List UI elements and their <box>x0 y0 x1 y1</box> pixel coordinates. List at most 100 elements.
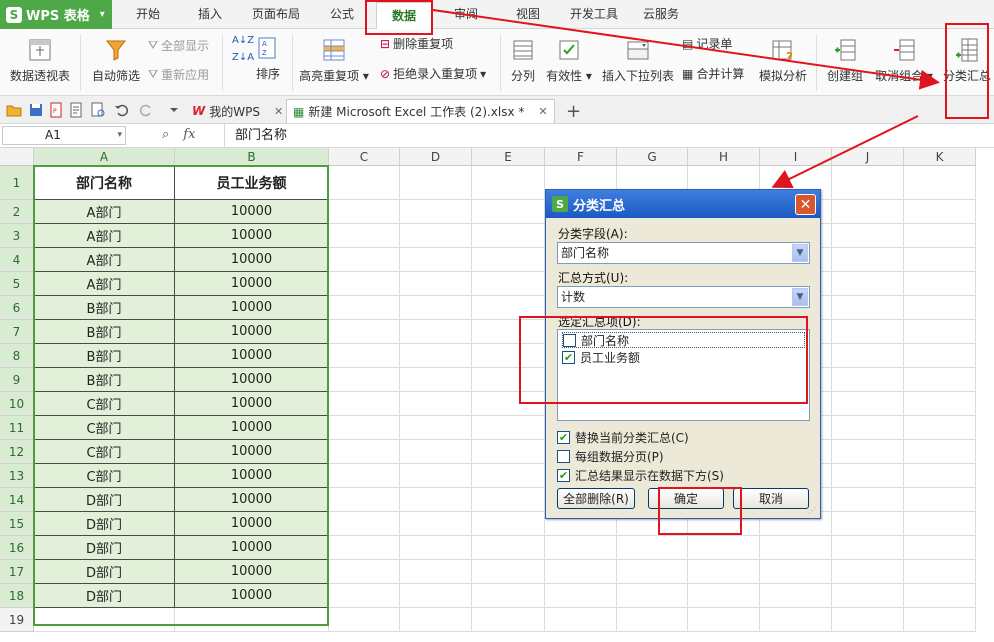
cell[interactable]: 10000 <box>175 368 329 392</box>
cell[interactable] <box>760 560 832 584</box>
cell[interactable] <box>832 560 904 584</box>
tab-my-wps[interactable]: W 我的WPS ✕ <box>186 99 289 123</box>
cell[interactable] <box>329 512 400 536</box>
cell[interactable]: B部门 <box>34 296 175 320</box>
cell[interactable] <box>329 392 400 416</box>
cell[interactable] <box>545 608 617 632</box>
cell[interactable] <box>400 320 472 344</box>
cell[interactable]: D部门 <box>34 536 175 560</box>
row-header[interactable]: 5 <box>0 272 34 296</box>
cell[interactable] <box>832 512 904 536</box>
cell[interactable] <box>400 536 472 560</box>
cell[interactable] <box>545 536 617 560</box>
list-item[interactable]: 部门名称 <box>562 332 805 348</box>
cell[interactable] <box>904 368 976 392</box>
cell[interactable]: 10000 <box>175 320 329 344</box>
cell[interactable] <box>472 368 545 392</box>
reapply-button[interactable]: ⛛ 重新应用 <box>148 66 209 83</box>
print-icon[interactable] <box>68 102 84 118</box>
row-header[interactable]: 8 <box>0 344 34 368</box>
export-pdf-icon[interactable]: P <box>48 102 64 118</box>
wps-app-menu-button[interactable]: S WPS 表格 ▾ <box>0 0 112 29</box>
cell[interactable]: 10000 <box>175 440 329 464</box>
cell[interactable] <box>329 560 400 584</box>
sort-button[interactable]: AZ 排序 <box>252 35 284 82</box>
cell[interactable] <box>400 584 472 608</box>
reject-duplicates-button[interactable]: ⊘ 拒绝录入重复项 ▾ <box>380 65 486 82</box>
cell[interactable] <box>832 416 904 440</box>
cell[interactable] <box>329 416 400 440</box>
cell[interactable] <box>400 272 472 296</box>
cell[interactable]: 10000 <box>175 416 329 440</box>
save-icon[interactable] <box>28 102 44 118</box>
cell[interactable] <box>617 584 688 608</box>
cell[interactable] <box>472 272 545 296</box>
cell[interactable]: A部门 <box>34 224 175 248</box>
split-column-button[interactable]: 分列 <box>506 37 540 84</box>
cell[interactable] <box>832 488 904 512</box>
cell[interactable] <box>472 536 545 560</box>
cell[interactable] <box>472 296 545 320</box>
close-icon[interactable]: ✕ <box>274 105 283 118</box>
close-button[interactable]: ✕ <box>795 194 816 215</box>
cell[interactable]: B部门 <box>34 320 175 344</box>
cell[interactable] <box>329 464 400 488</box>
row-header[interactable]: 12 <box>0 440 34 464</box>
redo-icon[interactable] <box>138 102 154 118</box>
cell[interactable]: 10000 <box>175 584 329 608</box>
cell[interactable] <box>617 536 688 560</box>
cell[interactable] <box>329 584 400 608</box>
cell[interactable] <box>832 200 904 224</box>
cell[interactable]: 10000 <box>175 200 329 224</box>
cell[interactable] <box>832 392 904 416</box>
cell[interactable] <box>832 224 904 248</box>
column-header[interactable]: F <box>545 148 617 166</box>
row-header[interactable]: 4 <box>0 248 34 272</box>
cell[interactable] <box>400 248 472 272</box>
cell[interactable] <box>832 272 904 296</box>
cell[interactable]: A部门 <box>34 248 175 272</box>
cell[interactable] <box>832 464 904 488</box>
cell[interactable] <box>904 536 976 560</box>
cell[interactable] <box>832 440 904 464</box>
cell[interactable] <box>904 512 976 536</box>
tab-formulas[interactable]: 公式 <box>318 0 366 29</box>
cell[interactable] <box>904 248 976 272</box>
cell[interactable] <box>832 608 904 632</box>
merge-calc-button[interactable]: ▦ 合并计算 <box>682 65 744 82</box>
remove-duplicates-button[interactable]: ⊟ 删除重复项 <box>380 35 453 52</box>
cell[interactable] <box>760 608 832 632</box>
cell[interactable] <box>400 166 472 200</box>
show-all-button[interactable]: ⛛ 全部显示 <box>148 37 209 54</box>
cell[interactable] <box>472 166 545 200</box>
simulation-analysis-button[interactable]: ? 模拟分析 <box>756 37 810 84</box>
close-icon[interactable]: ✕ <box>538 105 547 118</box>
checkbox[interactable]: ✔ <box>562 350 575 364</box>
highlight-duplicates-button[interactable]: 高亮重复项 ▾ <box>298 37 370 84</box>
tab-home[interactable]: 开始 <box>122 0 174 29</box>
resize-grip-icon[interactable]: ⋰ <box>808 506 818 516</box>
checkbox[interactable] <box>557 450 570 463</box>
zoom-formula-icon[interactable]: ⌕ <box>162 127 169 142</box>
replace-current-option[interactable]: ✔ 替换当前分类汇总(C) <box>557 429 689 446</box>
row-header[interactable]: 17 <box>0 560 34 584</box>
open-folder-icon[interactable] <box>6 102 22 118</box>
cell[interactable] <box>832 344 904 368</box>
cell[interactable] <box>400 488 472 512</box>
cell[interactable] <box>400 296 472 320</box>
cell[interactable] <box>400 200 472 224</box>
cell[interactable] <box>472 488 545 512</box>
cell[interactable] <box>832 320 904 344</box>
pivot-table-button[interactable]: 数据透视表 <box>8 37 72 84</box>
cell[interactable]: 10000 <box>175 488 329 512</box>
cell[interactable] <box>472 392 545 416</box>
cell[interactable] <box>904 464 976 488</box>
checkbox[interactable]: ✔ <box>557 469 570 482</box>
tab-view[interactable]: 视图 <box>505 0 551 29</box>
cell[interactable] <box>472 344 545 368</box>
column-header[interactable]: G <box>617 148 688 166</box>
cell[interactable] <box>904 272 976 296</box>
tab-review[interactable]: 审阅 <box>441 0 491 29</box>
chevron-down-icon[interactable]: ▼ <box>792 288 808 306</box>
cell[interactable]: D部门 <box>34 560 175 584</box>
